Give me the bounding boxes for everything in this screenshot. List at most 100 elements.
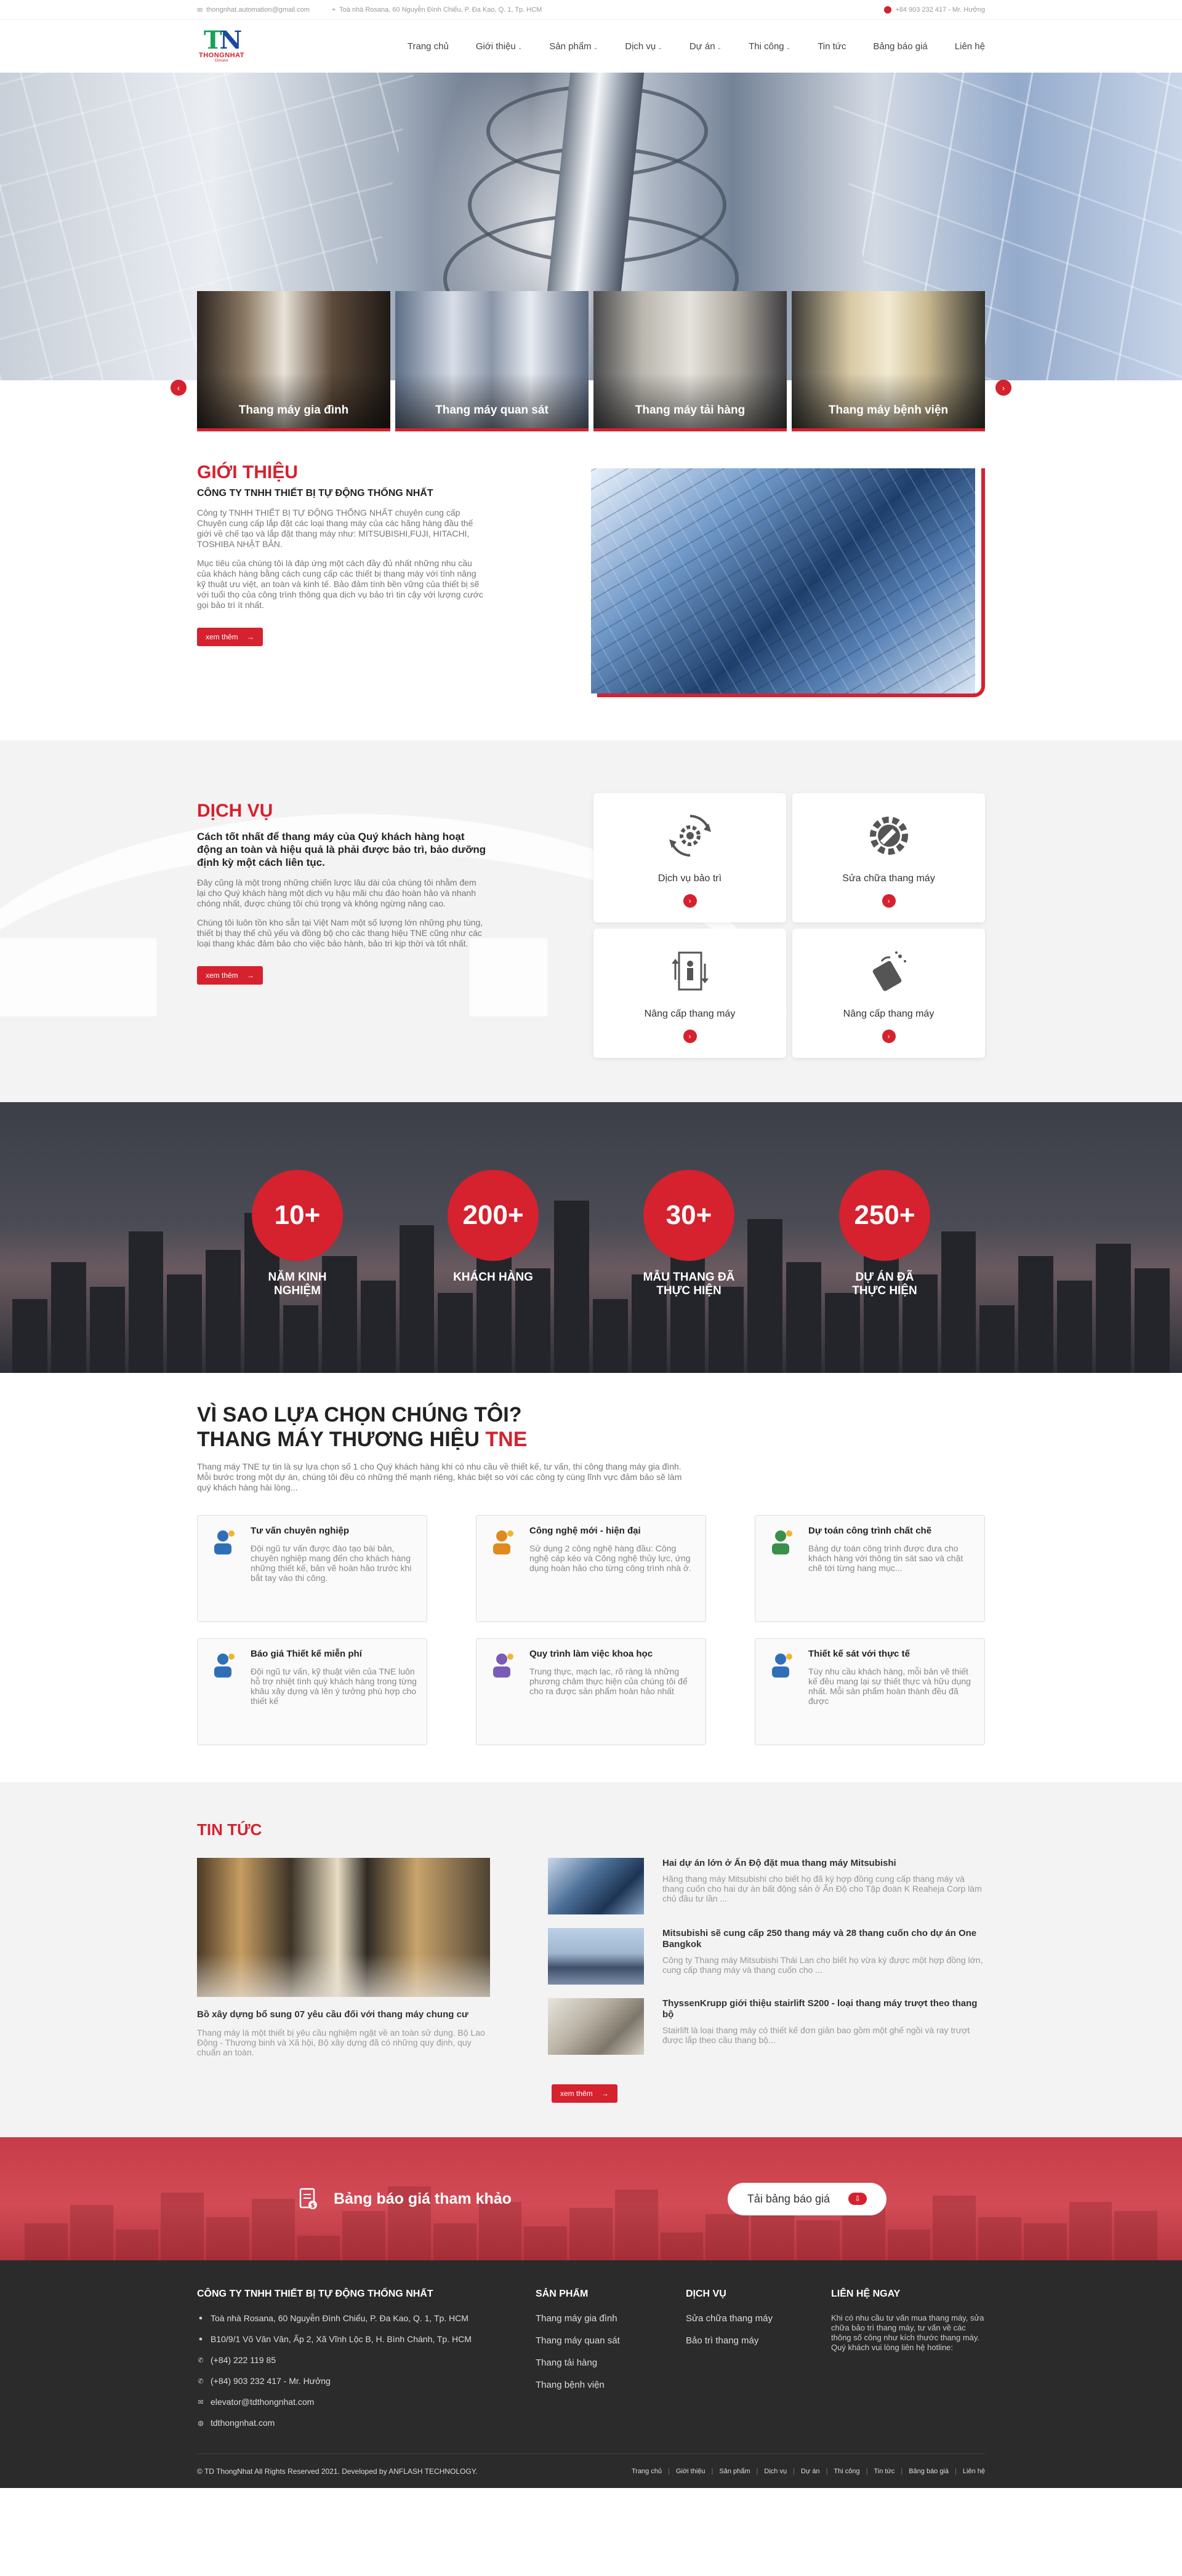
stat-item: 250+ DỰ ÁN ĐÃ THỰC HIỆN [838,1170,931,1298]
arrow-right-icon[interactable]: › [882,1030,896,1043]
news-featured-image[interactable] [197,1858,490,1997]
phone-icon [884,6,892,14]
stat-item: 200+ KHÁCH HÀNG [447,1170,539,1298]
maintenance-icon [662,808,718,863]
footer-nav-link[interactable]: Trang chủ [632,2468,662,2475]
news-title[interactable]: ThyssenKrupp giới thiệu stairlift S200 -… [662,1998,985,2020]
more-label: xem thêm [206,633,238,641]
news-featured-title[interactable]: Bồ xây dựng bổ sung 07 yêu cầu đối với t… [197,2009,490,2020]
nav-item[interactable]: Trang chủ [408,41,449,52]
footer-contact-text: tdthongnhat.com [211,2418,275,2428]
download-quote-button[interactable]: Tải bảng báo giá ⇩ [727,2182,886,2215]
footer-link[interactable]: Sửa chữa thang máy [686,2313,831,2324]
news-featured[interactable]: Bồ xây dựng bổ sung 07 yêu cầu đối với t… [197,1858,490,2103]
nav-item[interactable]: Tin tức [818,41,846,52]
footer-nav-link[interactable]: Tin tức [874,2468,895,2475]
design-icon [764,1649,797,1682]
service-card[interactable]: Sửa chữa thang máy › [792,793,985,922]
news-item[interactable]: Hai dự án lớn ở Ấn Độ đặt mua thang máy … [548,1858,985,1914]
news-featured-desc: Thang máy là một thiết bị yêu cầu nghiệm… [197,2028,485,2057]
footer-company-title: CÔNG TY TNHH THIẾT BỊ TỰ ĐỘNG THỐNG NHẤT [197,2289,433,2299]
footer-nav-link[interactable]: Dịch vụ [764,2468,787,2475]
feature-desc: Đội ngũ tư vấn, kỹ thuật viên của TNE lu… [251,1666,417,1706]
arrow-right-icon[interactable]: › [683,1030,697,1043]
service-card[interactable]: Dịch vụ bảo trì › [593,793,786,922]
feature-title: Tư vấn chuyên nghiệp [251,1526,350,1536]
intro-more-button[interactable]: xem thêm → [197,628,263,646]
category-card[interactable]: Thang máy quan sát [395,291,589,431]
category-card[interactable]: Thang máy tải hàng [593,291,787,431]
estimate-icon [764,1526,797,1559]
news-thumbnail[interactable] [548,1858,644,1914]
nav-item[interactable]: Dịch vụ ⌄ [625,41,662,52]
next-arrow-icon[interactable]: › [995,380,1011,396]
copyright: © TD ThongNhat All Rights Reserved 2021.… [197,2466,478,2476]
footer-nav-link[interactable]: Thi công [834,2468,859,2475]
category-strip: ‹ › Thang máy gia đình Thang máy quan sát… [0,291,1182,431]
footer-products-title: SẢN PHẨM [536,2289,589,2299]
services-grid: Dịch vụ bảo trì › Sửa chữa thang máy › Nâng … [593,793,985,1058]
news-title: TIN TỨC [197,1820,262,1839]
feature-title: Quy trình làm việc khoa học [529,1649,653,1659]
nav-item[interactable]: Liên hệ [955,41,985,52]
separator: | [793,2467,795,2475]
footer-nav-link[interactable]: Liên hệ [963,2468,985,2475]
footer-contact-line: ✆ (+84) 903 232 417 - Mr. Hưởng [197,2376,536,2386]
service-card[interactable]: Nâng cấp thang máy › [593,929,786,1058]
nav-item[interactable]: Bảng báo giá [873,41,927,52]
feature-card: Tư vấn chuyên nghiệp Đội ngũ tư vấn được … [197,1515,427,1622]
nav-item[interactable]: Thi công ⌄ [749,41,790,52]
feature-desc: Sử dụng 2 công nghệ hàng đầu: Công nghệ … [529,1543,691,1573]
footer-link[interactable]: Thang máy gia đình [536,2313,686,2324]
stat-value: 250+ [839,1170,930,1261]
nav-label: Giới thiệu [475,41,516,52]
nav-item[interactable]: Sản phẩm ⌄ [549,41,598,52]
services-more-button[interactable]: xem thêm → [197,966,263,985]
footer-link[interactable]: Thang máy quan sát [536,2335,686,2346]
topbar-phone[interactable]: +84 903 232 417 - Mr. Hưởng [884,6,985,14]
quote-lead: $ Bảng báo giá tham khảo [296,2186,512,2211]
news-title[interactable]: Mitsubishi sẽ cung cấp 250 thang máy và … [662,1928,985,1950]
why-description: Thang máy TNE tự tin là sự lựa chọn số 1… [197,1462,682,1492]
footer-contact-line: ◍ tdthongnhat.com [197,2418,536,2428]
news-item[interactable]: Mitsubishi sẽ cung cấp 250 thang máy và … [548,1928,985,1985]
footer-contact-text: Toà nhà Rosana, 60 Nguyễn Đình Chiểu, P.… [211,2313,468,2323]
globe-icon: ◍ [198,2419,204,2427]
arrow-right-icon[interactable]: › [882,894,896,908]
prev-arrow-icon[interactable]: ‹ [171,380,187,396]
chevron-down-icon: ⌄ [786,44,791,50]
footer-link[interactable]: Thang tải hàng [536,2358,686,2368]
building-silhouette [825,1293,860,1373]
category-card[interactable]: Thang máy bệnh viện [792,291,985,431]
chevron-down-icon: ⌄ [657,44,662,50]
nav-item[interactable]: Giới thiệu ⌄ [476,41,522,52]
footer-link[interactable]: Bảo trì thang máy [686,2335,831,2346]
svg-text:$: $ [311,2202,315,2209]
topbar-email[interactable]: ✉ thongnhat.automation@gmail.com [197,6,310,14]
news-thumbnail[interactable] [548,1928,644,1985]
logo-mark: TN [203,26,242,55]
footer-contact-title: LIÊN HỆ NGAY [831,2289,901,2299]
nav-label: Liên hệ [954,41,985,52]
why-heading-line1: VÌ SAO LỰA CHỌN CHÚNG TÔI? [197,1403,522,1426]
nav-item[interactable]: Dự án ⌄ [690,41,722,52]
footer-nav-link[interactable]: Dự án [801,2468,820,2475]
news-body: Hai dự án lớn ở Ấn Độ đặt mua thang máy … [662,1858,985,1914]
footer-nav-link[interactable]: Sản phẩm [719,2468,750,2475]
service-card[interactable]: Nâng cấp thang máy › [792,929,985,1058]
site-footer: CÔNG TY TNHH THIẾT BỊ TỰ ĐỘNG THỐNG NHẤT… [0,2260,1182,2488]
footer-nav-link[interactable]: Giới thiệu [676,2468,706,2475]
logo-name: THONGNHAT [199,52,244,59]
footer-nav-link[interactable]: Bảng báo giá [909,2468,949,2475]
news-item[interactable]: ThyssenKrupp giới thiệu stairlift S200 -… [548,1998,985,2055]
logo[interactable]: TN THONGNHAT Elevator [197,28,246,65]
category-card[interactable]: Thang máy gia đình [197,291,390,431]
cloud-download-icon: ⇩ [848,2193,867,2205]
news-title[interactable]: Hai dự án lớn ở Ấn Độ đặt mua thang máy … [662,1858,985,1869]
cleaning-icon [861,943,917,999]
news-thumbnail[interactable] [548,1998,644,2055]
news-more-button[interactable]: xem thêm → [552,2084,617,2103]
footer-link[interactable]: Thang bệnh viện [536,2380,686,2390]
nav-label: Trang chủ [407,41,449,52]
arrow-right-icon[interactable]: › [683,894,697,908]
